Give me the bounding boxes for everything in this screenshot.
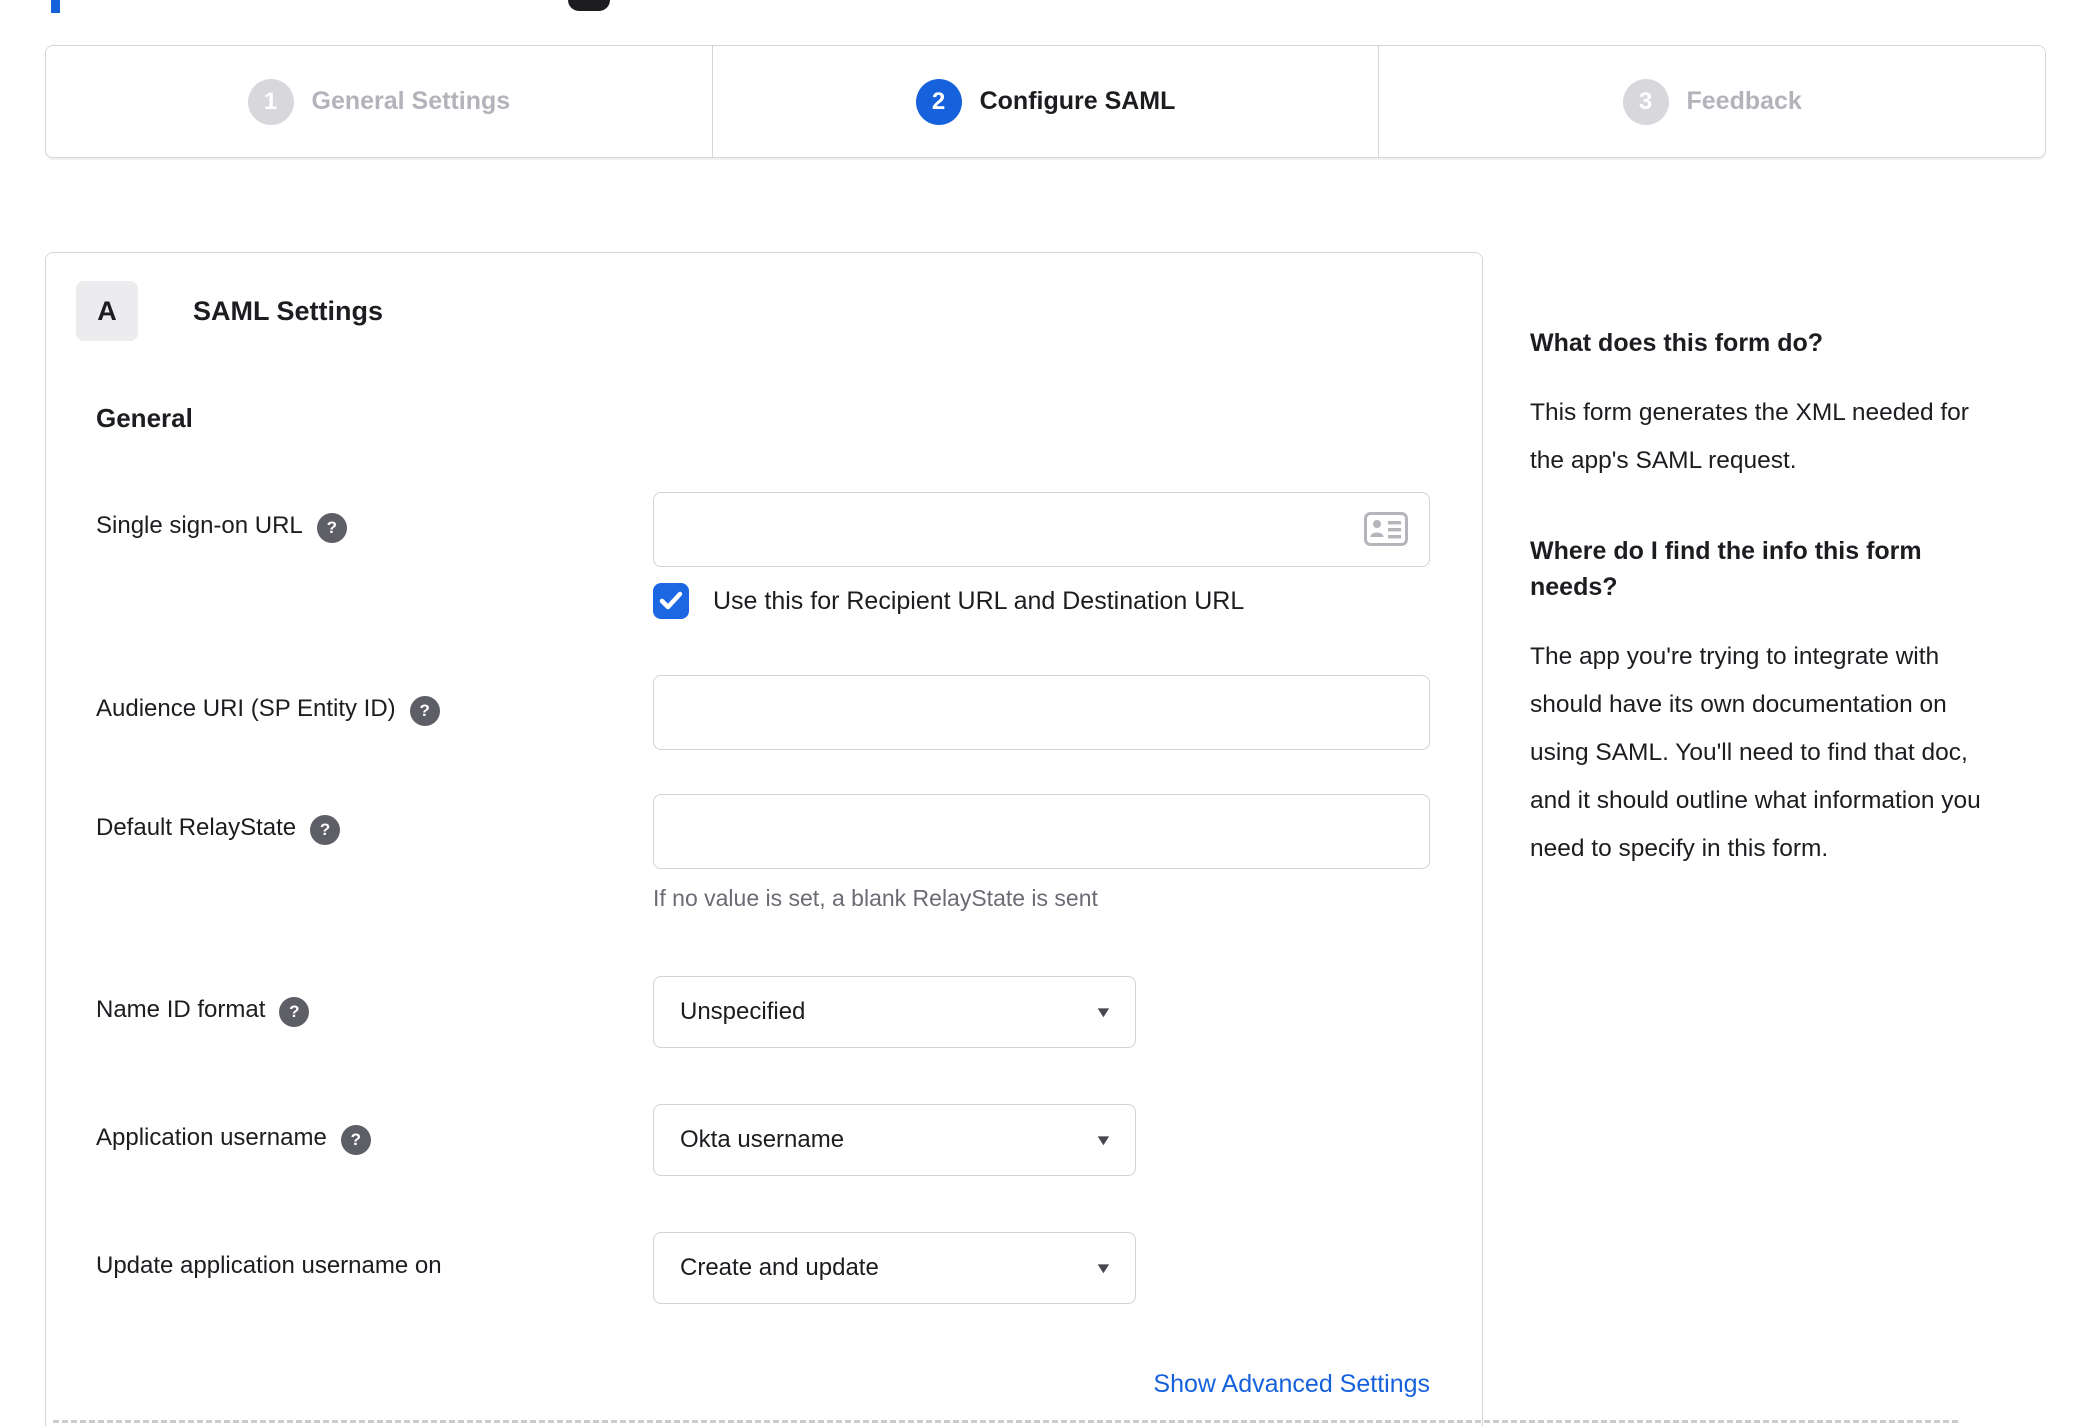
help-sidebar: What does this form do? This form genera…: [1530, 325, 2000, 921]
update-username-select[interactable]: Create and update ▼: [653, 1232, 1136, 1304]
application-username-row: Application username ? Okta username ▼: [96, 1104, 1436, 1176]
step-configure-saml[interactable]: 2 Configure SAML: [711, 46, 1379, 157]
saml-settings-panel: A SAML Settings General Single sign-on U…: [45, 252, 1483, 1426]
help-body-2: The app you're trying to integrate with …: [1530, 643, 1981, 862]
chevron-down-icon: ▼: [1093, 1259, 1114, 1277]
default-relaystate-label: Default RelayState: [96, 814, 297, 841]
section-a-badge: A: [76, 281, 138, 341]
recipient-url-checkbox-label[interactable]: Use this for Recipient URL and Destinati…: [713, 587, 1244, 616]
recipient-url-checkbox[interactable]: [653, 583, 689, 619]
cut-off-link-text-fragment: [51, 0, 60, 13]
help-body-1: This form generates the XML needed for t…: [1530, 399, 1969, 474]
step-general-settings[interactable]: 1 General Settings: [46, 46, 712, 157]
application-username-label: Application username: [96, 1124, 327, 1151]
sso-url-input[interactable]: [653, 492, 1430, 567]
application-username-select[interactable]: Okta username ▼: [653, 1104, 1136, 1176]
name-id-format-row: Name ID format ? Unspecified ▼: [96, 976, 1436, 1048]
help-icon[interactable]: ?: [310, 815, 341, 845]
chevron-down-icon: ▼: [1093, 1131, 1114, 1149]
step-number-badge: 3: [1622, 78, 1669, 125]
audience-uri-label: Audience URI (SP Entity ID): [96, 695, 396, 722]
help-heading-2: Where do I find the info this form needs…: [1530, 537, 1922, 601]
step-feedback[interactable]: 3 Feedback: [1378, 46, 2045, 157]
sso-url-row: Single sign-on URL ? Use this for Recipi…: [96, 492, 1436, 619]
name-id-format-select[interactable]: Unspecified ▼: [653, 976, 1136, 1048]
update-username-label: Update application username on: [96, 1252, 442, 1279]
application-username-value: Okta username: [680, 1126, 845, 1153]
panel-title: SAML Settings: [193, 295, 384, 326]
update-username-row: Update application username on Create an…: [96, 1232, 1436, 1304]
step-label: Feedback: [1686, 87, 1802, 115]
audience-uri-input[interactable]: [653, 675, 1430, 750]
wizard-stepper: 1 General Settings 2 Configure SAML 3 Fe…: [45, 45, 2046, 158]
help-icon[interactable]: ?: [316, 513, 347, 543]
help-icon[interactable]: ?: [279, 997, 310, 1027]
step-label: General Settings: [311, 87, 511, 115]
update-username-value: Create and update: [680, 1254, 879, 1281]
relaystate-hint: If no value is set, a blank RelayState i…: [653, 885, 1098, 911]
audience-uri-row: Audience URI (SP Entity ID) ?: [96, 675, 1436, 750]
section-divider: [53, 1420, 1958, 1423]
name-id-format-value: Unspecified: [680, 998, 806, 1025]
chevron-down-icon: ▼: [1093, 1003, 1114, 1021]
help-icon[interactable]: ?: [409, 696, 440, 726]
help-icon[interactable]: ?: [340, 1125, 371, 1155]
help-heading-1: What does this form do?: [1530, 329, 1824, 357]
sso-url-label: Single sign-on URL: [96, 512, 303, 539]
step-label: Configure SAML: [979, 87, 1176, 115]
step-number-badge: 2: [915, 78, 962, 125]
default-relaystate-row: Default RelayState ? If no value is set,…: [96, 794, 1436, 912]
cut-off-icon-fragment: [568, 0, 610, 11]
contact-card-icon[interactable]: [1364, 512, 1408, 551]
name-id-format-label: Name ID format: [96, 996, 266, 1023]
show-advanced-settings-link[interactable]: Show Advanced Settings: [1153, 1370, 1430, 1398]
general-section-title: General: [96, 403, 193, 433]
step-number-badge: 1: [247, 78, 294, 125]
default-relaystate-input[interactable]: [653, 794, 1430, 869]
